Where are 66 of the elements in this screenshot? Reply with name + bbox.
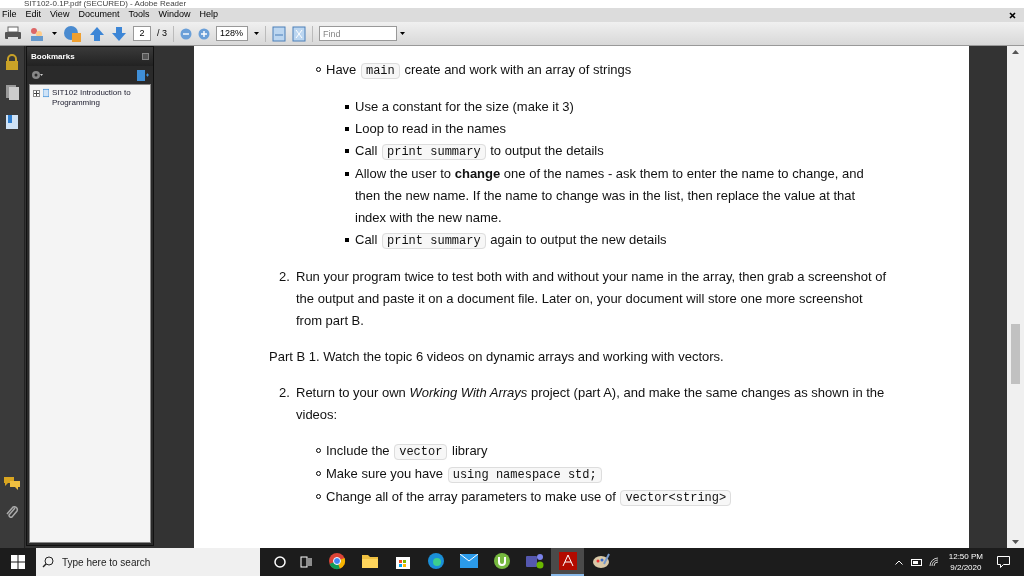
search-field[interactable]: Type here to search bbox=[36, 548, 260, 576]
text-line: Call print summary again to output the new details bbox=[355, 231, 668, 251]
add-bookmark-icon[interactable] bbox=[137, 69, 149, 81]
text-line: Part B 1. Watch the topic 6 videos on dynamic arrays and working with vectors. bbox=[269, 348, 725, 366]
text-line: Use a constant for the size (make it 3) bbox=[355, 98, 575, 116]
text-line: Include the vector library bbox=[326, 442, 489, 462]
page-number-field[interactable]: 2 bbox=[133, 26, 151, 41]
scroll-down-icon[interactable] bbox=[1012, 540, 1019, 544]
caret-icon[interactable] bbox=[52, 32, 57, 35]
text-line: Allow the user to change one of the names - ask them to enter the name to change, and then the new name. If the name to change was in the list, then replace the value at that index with the new name. bbox=[355, 165, 865, 227]
scroll-up-icon[interactable] bbox=[1012, 50, 1019, 54]
square-bullet-icon bbox=[345, 149, 349, 153]
comments-icon[interactable] bbox=[3, 476, 21, 490]
menu-item[interactable]: File bbox=[2, 8, 17, 22]
text-line: Make sure you have using namespace std; bbox=[326, 463, 969, 486]
text-line: Run your program twice to test both with and without your name in the array, then grab a screenshot of the output and paste it on a document file. Later on, your document will store one more screenshot from part B. bbox=[296, 268, 888, 330]
zoom-in-icon[interactable] bbox=[198, 27, 210, 40]
lock-icon[interactable] bbox=[5, 54, 19, 70]
list-number: 2. bbox=[279, 268, 291, 286]
bookmark-panel-icon[interactable] bbox=[5, 114, 19, 130]
caret-icon[interactable] bbox=[254, 32, 259, 35]
square-bullet-icon bbox=[345, 105, 349, 109]
wifi-icon[interactable] bbox=[928, 557, 939, 567]
notification-icon[interactable] bbox=[997, 556, 1010, 568]
zoom-field[interactable]: 128% bbox=[216, 26, 248, 41]
up-arrow-icon[interactable] bbox=[89, 25, 105, 42]
text-line: Change all of the array parameters to make use of vector<string> bbox=[326, 486, 969, 509]
clock-time[interactable]: 12:50 PM bbox=[948, 551, 983, 562]
text-line: Have main create and work with an array of strings bbox=[326, 61, 633, 81]
menu-item[interactable]: Document bbox=[78, 8, 120, 22]
bookmark-icon bbox=[43, 88, 49, 98]
window-title: SIT102-0.1P.pdf (SECURED) - Adobe Reader bbox=[24, 0, 187, 8]
menu-item[interactable]: Window bbox=[158, 8, 191, 22]
printer-icon[interactable] bbox=[4, 25, 22, 42]
menu-item[interactable]: Help bbox=[199, 8, 218, 22]
clock-date[interactable]: 9/2/2020 bbox=[950, 562, 982, 573]
start-icon[interactable] bbox=[11, 555, 25, 569]
menu-item[interactable]: Tools bbox=[128, 8, 150, 22]
task-view-icon[interactable] bbox=[300, 556, 312, 568]
menu-item[interactable]: Edit bbox=[25, 8, 42, 22]
people-icon[interactable] bbox=[28, 25, 46, 42]
panel-title: Bookmarks bbox=[31, 50, 75, 63]
menu-item[interactable]: View bbox=[50, 8, 70, 22]
text-line: Loop to read in the names bbox=[355, 120, 508, 138]
paperclip-icon[interactable] bbox=[5, 504, 19, 520]
square-bullet-icon bbox=[345, 172, 349, 176]
cortana-icon[interactable] bbox=[274, 556, 286, 568]
caret-up-icon[interactable] bbox=[894, 559, 903, 565]
square-bullet-icon bbox=[345, 127, 349, 131]
pages-icon[interactable] bbox=[5, 84, 19, 100]
page-total: / 3 bbox=[157, 26, 167, 40]
list-number: 2. bbox=[279, 384, 291, 402]
text-line: Call print summary to output the details bbox=[355, 142, 605, 162]
square-bullet-icon bbox=[345, 238, 349, 242]
battery-icon[interactable] bbox=[910, 558, 923, 566]
close-icon[interactable] bbox=[1009, 11, 1016, 19]
find-field[interactable]: Find bbox=[319, 26, 397, 41]
expand-icon[interactable] bbox=[33, 90, 40, 97]
text-line: Return to your own Working With Arrays project (part A), and make the same changes as shown in the videos: bbox=[296, 384, 886, 424]
scrollbar-thumb[interactable] bbox=[1011, 324, 1020, 384]
pdf-app-icon[interactable] bbox=[551, 548, 584, 576]
gear-icon[interactable] bbox=[31, 70, 43, 80]
caret-icon[interactable] bbox=[400, 32, 405, 35]
down-arrow-icon[interactable] bbox=[111, 25, 127, 42]
search-icon bbox=[42, 556, 54, 568]
bookmark-item[interactable]: SIT102 Introduction to Programming bbox=[51, 88, 147, 108]
